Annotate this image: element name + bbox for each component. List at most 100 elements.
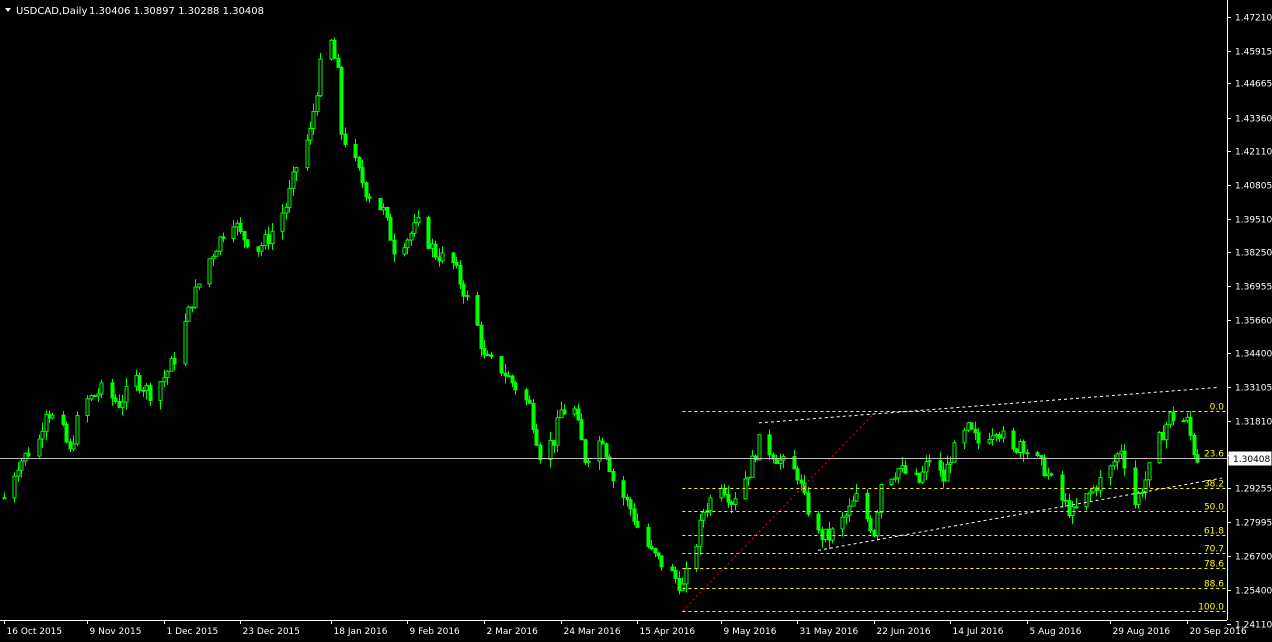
- candle-body: [485, 353, 490, 356]
- candle: [503, 364, 508, 384]
- candle-body: [280, 212, 285, 232]
- candle: [576, 403, 581, 422]
- candle-body: [941, 469, 946, 482]
- candle-body: [40, 430, 45, 440]
- candle-body: [71, 443, 76, 450]
- price-chart[interactable]: 0.023.638.250.061.870.778.688.6100.0 1.4…: [0, 0, 1272, 642]
- candle-body: [576, 408, 581, 421]
- candle-body: [840, 516, 845, 530]
- candle: [1115, 452, 1120, 470]
- candle-body: [628, 499, 633, 510]
- candle-body: [548, 440, 553, 461]
- candle-body: [767, 434, 772, 456]
- candle-body: [308, 128, 313, 141]
- candle: [548, 431, 553, 468]
- candle-body: [649, 545, 654, 550]
- candle: [1108, 464, 1113, 486]
- candle: [531, 398, 536, 434]
- candle-body: [1115, 453, 1120, 463]
- current-price-tag-label: 1.30408: [1233, 455, 1270, 465]
- triangle-down-icon[interactable]: [5, 8, 11, 12]
- candle: [416, 210, 421, 227]
- candle: [50, 412, 55, 420]
- candle-body: [969, 422, 974, 430]
- candle-body: [851, 500, 856, 507]
- candle-body: [287, 187, 292, 208]
- trendline[interactable]: [758, 386, 1219, 424]
- time-tick-label: 9 Nov 2015: [90, 627, 142, 637]
- candle-body: [409, 232, 414, 241]
- candle: [1143, 471, 1148, 500]
- candle-body: [193, 286, 198, 308]
- price-tick-label: 1.43360: [1235, 115, 1272, 125]
- candle-body: [343, 133, 348, 146]
- candle-body: [158, 381, 163, 401]
- candle: [952, 440, 957, 463]
- candle-body: [806, 492, 811, 515]
- candle: [392, 233, 397, 262]
- candle-body: [353, 144, 358, 159]
- candle-body: [927, 460, 932, 463]
- price-tick-label: 1.39510: [1235, 216, 1272, 226]
- candle-body: [12, 475, 17, 499]
- candle-body: [385, 207, 390, 218]
- candle: [1014, 447, 1019, 455]
- candle: [743, 471, 748, 500]
- candle-body: [1147, 462, 1152, 481]
- candle-body: [646, 526, 651, 547]
- candle-body: [1014, 448, 1019, 453]
- candle-body: [50, 414, 55, 419]
- candle-body: [506, 375, 511, 378]
- candle: [451, 251, 456, 270]
- candle: [1094, 485, 1099, 497]
- chart-window[interactable]: 0.0 23.6 38.2 50.0 61.8 70.7 78.6 88.6 100.0 1.4…: [0, 0, 1272, 642]
- time-tick-label: 16 Oct 2015: [7, 627, 63, 637]
- candle-body: [245, 239, 250, 248]
- candle: [572, 405, 577, 417]
- candle: [332, 37, 337, 59]
- candle-body: [26, 452, 31, 457]
- price-tick-label: 1.31810: [1235, 418, 1272, 428]
- candle: [336, 53, 341, 68]
- candle: [64, 421, 69, 444]
- candle-body: [1192, 434, 1197, 456]
- candle-body: [172, 357, 177, 365]
- time-tick-label: 29 Aug 2016: [1113, 627, 1171, 637]
- price-tick-label: 1.34400: [1235, 350, 1272, 360]
- candle-body: [698, 519, 703, 548]
- candle: [259, 242, 264, 257]
- candle-body: [990, 435, 995, 441]
- candle-body: [1122, 450, 1127, 469]
- candle-body: [1021, 441, 1026, 454]
- candle-body: [367, 196, 372, 199]
- fib-anchor-line[interactable]: [682, 413, 875, 612]
- candle-body: [454, 262, 459, 266]
- candle-body: [1188, 416, 1193, 436]
- candle-body: [451, 252, 456, 264]
- price-tick-label: 1.45915: [1235, 48, 1272, 58]
- candle-body: [987, 439, 992, 444]
- candle: [1188, 411, 1193, 441]
- candle: [207, 258, 212, 288]
- candle-body: [962, 429, 967, 444]
- candle-body: [600, 440, 605, 445]
- candle: [795, 465, 800, 485]
- candle: [513, 380, 518, 395]
- candle-body: [753, 455, 758, 461]
- candle-body: [854, 492, 859, 502]
- candle-body: [938, 460, 943, 471]
- candle-body: [266, 234, 271, 245]
- candle-body: [16, 469, 21, 477]
- candle-body: [513, 382, 518, 391]
- candle: [945, 455, 950, 482]
- time-tick-label: 15 Apr 2016: [640, 627, 696, 637]
- candle: [854, 484, 859, 503]
- candle-body: [1011, 430, 1016, 450]
- time-tick-label: 1 Dec 2015: [167, 627, 219, 637]
- candle-body: [294, 167, 299, 173]
- candle-body: [113, 397, 118, 402]
- candle: [85, 395, 90, 423]
- candle: [1001, 425, 1006, 443]
- candle-body: [120, 401, 125, 408]
- candle-body: [527, 399, 532, 404]
